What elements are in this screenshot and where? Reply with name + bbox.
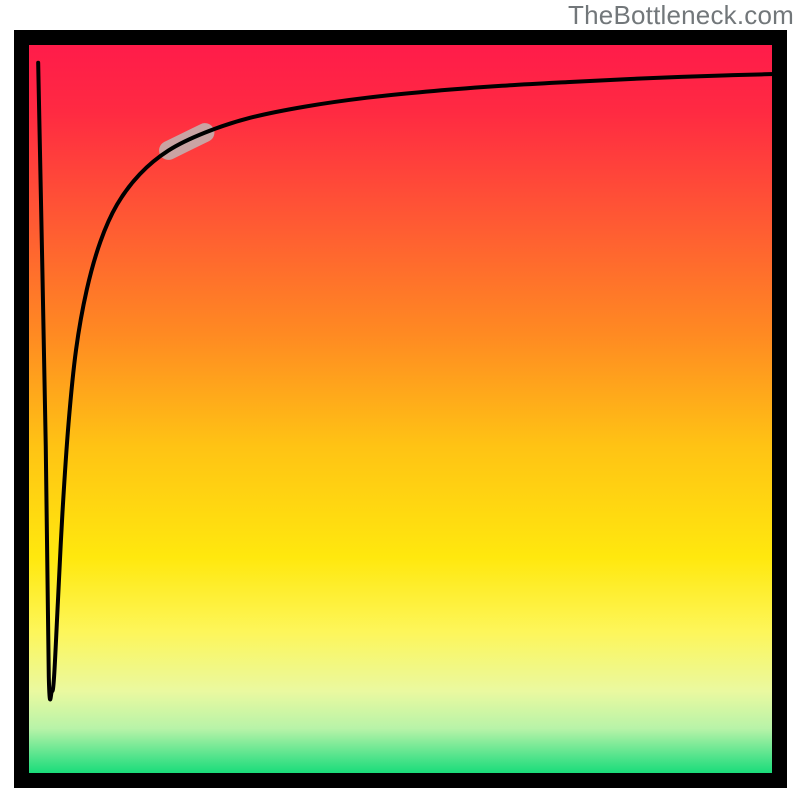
gradient-background — [22, 38, 780, 781]
attribution-label: TheBottleneck.com — [568, 0, 794, 31]
chart-stage: TheBottleneck.com — [0, 0, 800, 800]
bottleneck-chart — [0, 0, 800, 800]
